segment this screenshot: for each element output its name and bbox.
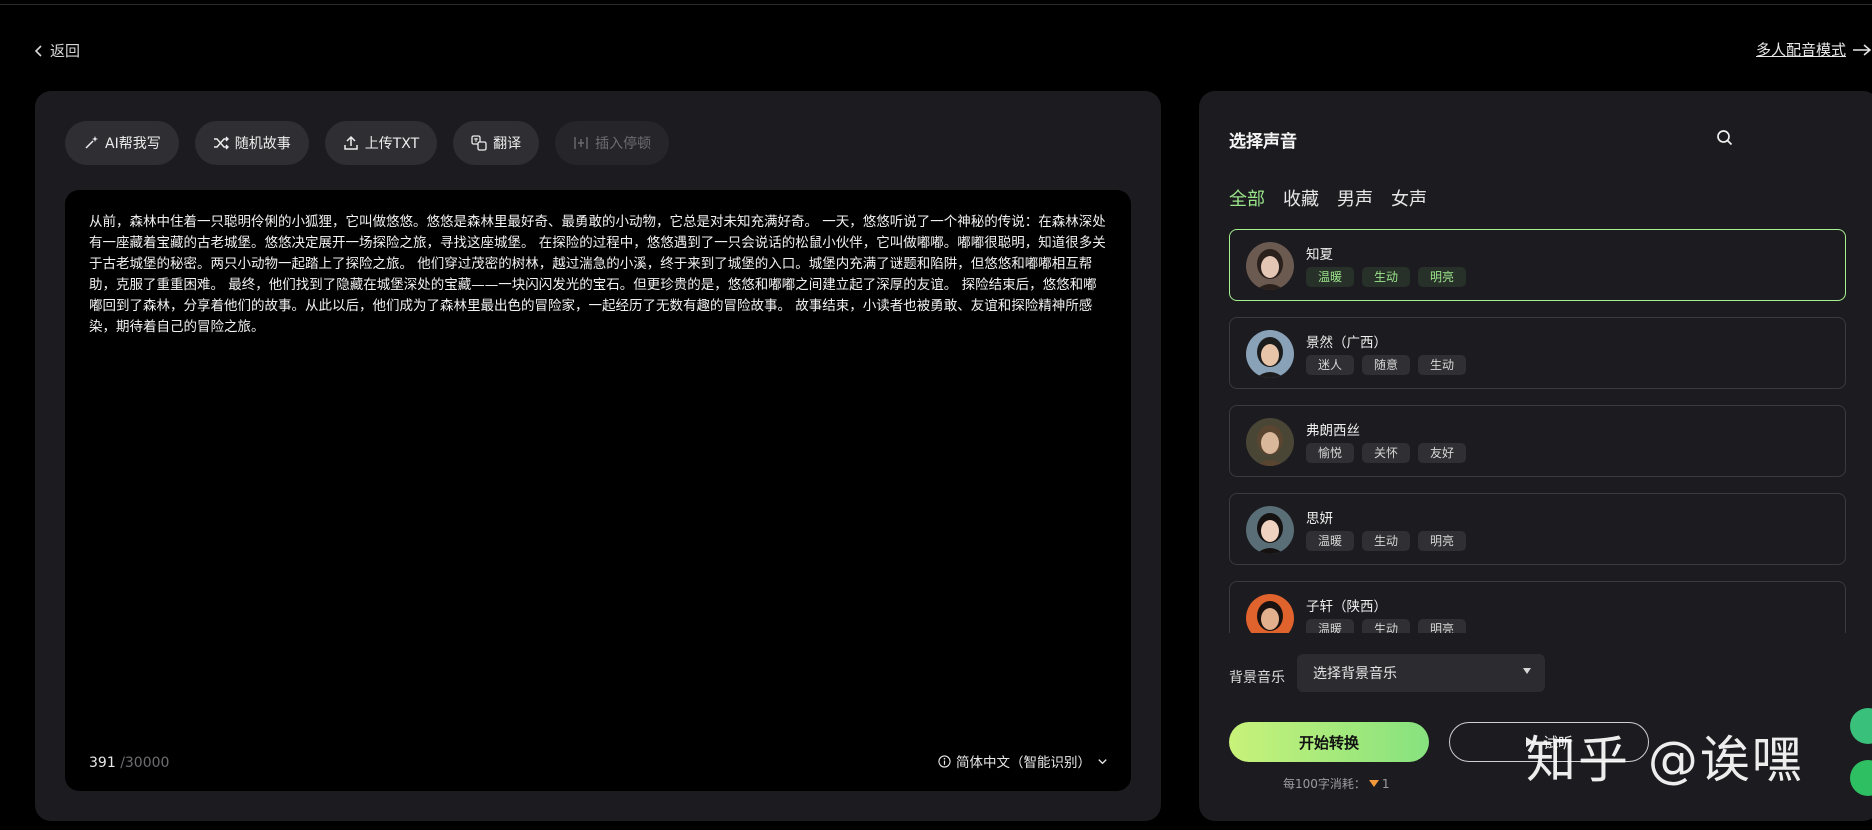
cost-text: 每100字消耗： <box>1283 777 1366 791</box>
voice-tag: 关怀 <box>1362 443 1411 463</box>
voice-name: 知夏 <box>1306 247 1333 263</box>
tab-female[interactable]: 女声 <box>1391 185 1427 211</box>
voice-tag: 生动 <box>1362 531 1411 551</box>
voice-select-panel: 选择声音 全部 收藏 男声 女声 知夏 温暖 生动 明亮 景然（广西） 迷人 随意 生动 弗朗西… <box>1199 91 1872 821</box>
bgm-select-value: 选择背景音乐 <box>1313 666 1397 682</box>
voice-name: 弗朗西丝 <box>1306 423 1360 439</box>
cost-info: 每100字消耗： 1 <box>1283 775 1390 792</box>
voice-list[interactable]: 知夏 温暖 生动 明亮 景然（广西） 迷人 随意 生动 弗朗西丝 愉悦 关怀 友好 思妍 温暖 生动 明亮 子轩… <box>1229 229 1846 633</box>
bgm-label: 背景音乐 <box>1229 670 1285 686</box>
tab-male[interactable]: 男声 <box>1337 185 1373 211</box>
translate-button[interactable]: 翻译 <box>453 121 540 165</box>
tab-favorites[interactable]: 收藏 <box>1283 185 1319 211</box>
play-icon <box>1525 737 1534 747</box>
voice-tag: 明亮 <box>1418 531 1467 551</box>
voice-tag: 友好 <box>1418 443 1467 463</box>
tab-all[interactable]: 全部 <box>1229 185 1265 211</box>
random-story-button[interactable]: 随机故事 <box>194 121 309 165</box>
insert-pause-button[interactable]: 插入停顿 <box>555 121 670 165</box>
top-divider <box>0 0 1872 5</box>
back-label: 返回 <box>50 42 81 60</box>
language-label: 简体中文（智能识别） <box>956 755 1091 771</box>
language-selector[interactable]: 简体中文（智能识别） <box>938 751 1109 771</box>
search-icon[interactable] <box>1715 128 1735 148</box>
pause-insert-icon <box>574 137 588 149</box>
avatar <box>1246 506 1294 554</box>
upload-icon <box>343 135 358 150</box>
editor-toolbar: AI帮我写 随机故事 上传TXT 翻译 插入停顿 <box>65 121 670 165</box>
text-editor-panel: AI帮我写 随机故事 上传TXT 翻译 插入停顿 从前，森林中住着一只聪明伶俐的… <box>35 91 1161 821</box>
avatar <box>1246 330 1294 378</box>
voice-tabs: 全部 收藏 男声 女声 <box>1229 185 1427 211</box>
voice-card[interactable]: 弗朗西丝愉悦 关怀 友好 <box>1229 405 1846 477</box>
voice-tag: 生动 <box>1362 619 1411 633</box>
voice-tag: 随意 <box>1362 355 1411 375</box>
avatar <box>1246 418 1294 466</box>
bgm-select[interactable]: 选择背景音乐 <box>1297 654 1545 692</box>
translate-label: 翻译 <box>493 136 522 152</box>
ai-write-label: AI帮我写 <box>105 136 161 152</box>
preview-button[interactable]: 试听 <box>1449 722 1649 762</box>
upload-txt-button[interactable]: 上传TXT <box>324 121 438 165</box>
insert-pause-label: 插入停顿 <box>595 136 652 152</box>
char-counter: 391 /30000 <box>89 755 169 771</box>
voice-tags: 迷人 随意 生动 <box>1306 355 1467 375</box>
ai-write-button[interactable]: AI帮我写 <box>65 121 179 165</box>
char-max: /30000 <box>120 755 170 771</box>
voice-panel-title: 选择声音 <box>1229 132 1297 152</box>
voice-tag: 明亮 <box>1418 619 1467 633</box>
char-count: 391 <box>89 755 116 771</box>
back-button[interactable]: 返回 <box>32 40 80 61</box>
voice-name: 子轩（陕西） <box>1306 599 1387 615</box>
start-convert-button[interactable]: 开始转换 <box>1229 722 1429 762</box>
upload-txt-label: 上传TXT <box>364 136 420 152</box>
voice-card[interactable]: 知夏温暖 生动 明亮 <box>1229 229 1846 301</box>
diamond-icon <box>1368 780 1379 787</box>
avatar <box>1246 594 1294 633</box>
multi-voice-mode-link[interactable]: 多人配音模式 <box>1756 39 1872 60</box>
voice-tags: 温暖 生动 明亮 <box>1306 531 1467 551</box>
voice-name: 思妍 <box>1306 511 1333 527</box>
voice-tag: 迷人 <box>1306 355 1355 375</box>
voice-tag: 温暖 <box>1306 619 1355 633</box>
voice-tag: 温暖 <box>1306 267 1355 287</box>
voice-tags: 温暖 生动 明亮 <box>1306 267 1467 287</box>
voice-card[interactable]: 子轩（陕西） 温暖 生动 明亮 <box>1229 581 1846 633</box>
voice-card[interactable]: 景然（广西） 迷人 随意 生动 <box>1229 317 1846 389</box>
translate-icon <box>471 135 487 151</box>
voice-tag: 愉悦 <box>1306 443 1355 463</box>
chevron-left-icon <box>34 44 42 57</box>
chevron-down-icon <box>1098 758 1107 764</box>
arrow-right-icon <box>1853 43 1872 56</box>
avatar <box>1246 242 1294 290</box>
random-story-label: 随机故事 <box>234 136 291 152</box>
sparkle-pen-icon <box>85 136 98 149</box>
multi-mode-label: 多人配音模式 <box>1755 41 1846 59</box>
text-editor[interactable]: 从前，森林中住着一只聪明伶俐的小狐狸，它叫做悠悠。悠悠是森林里最好奇、最勇敢的小… <box>65 190 1131 791</box>
preview-label: 试听 <box>1542 733 1573 752</box>
voice-tag: 生动 <box>1418 355 1467 375</box>
info-icon <box>938 754 951 768</box>
shuffle-icon <box>213 136 229 150</box>
voice-tags: 温暖 生动 明亮 <box>1306 619 1467 633</box>
voice-tag: 明亮 <box>1418 267 1467 287</box>
editor-content[interactable]: 从前，森林中住着一只聪明伶俐的小狐狸，它叫做悠悠。悠悠是森林里最好奇、最勇敢的小… <box>89 212 1107 338</box>
voice-tag: 温暖 <box>1306 531 1355 551</box>
voice-tag: 生动 <box>1362 267 1411 287</box>
cost-value: 1 <box>1381 776 1390 791</box>
caret-down-icon <box>1523 668 1531 674</box>
voice-name: 景然（广西） <box>1306 335 1387 351</box>
voice-tags: 愉悦 关怀 友好 <box>1306 443 1467 463</box>
voice-card[interactable]: 思妍温暖 生动 明亮 <box>1229 493 1846 565</box>
